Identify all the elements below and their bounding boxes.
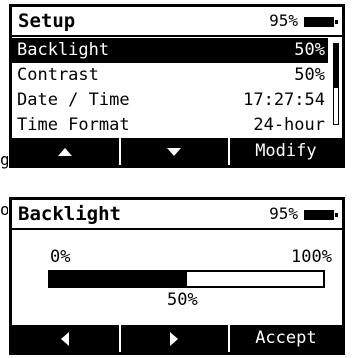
menu-item-label: Backlight [17, 40, 110, 60]
level-value: 50% [167, 290, 198, 310]
scrollbar-thumb[interactable] [334, 44, 338, 88]
increase-button[interactable] [118, 325, 228, 352]
menu-item-label: Time Format [17, 115, 130, 135]
range-min-label: 0% [50, 247, 71, 267]
battery-icon [304, 17, 338, 27]
screen-title: Setup [18, 10, 76, 32]
title-bar: Setup 95% [12, 7, 342, 37]
down-button[interactable] [118, 138, 228, 165]
decrease-button[interactable] [12, 325, 119, 352]
menu-item-contrast[interactable]: Contrast 50% [12, 63, 328, 88]
level-bar-fill [50, 272, 187, 286]
side-text-fragment: o [0, 200, 8, 219]
accept-button[interactable]: Accept [227, 325, 342, 352]
battery-icon [304, 210, 338, 220]
menu-item-date-time[interactable]: Date / Time 17:27:54 [12, 88, 328, 113]
menu-item-label: Contrast [17, 65, 99, 85]
title-bar: Backlight 95% [12, 200, 342, 230]
battery-percent: 95% [269, 11, 298, 30]
battery-percent: 95% [269, 204, 298, 223]
right-arrow-icon [170, 331, 179, 346]
menu-item-label: Date / Time [17, 90, 130, 110]
menu-item-time-format[interactable]: Time Format 24-hour [12, 113, 328, 138]
setup-screen: Setup 95% Backlight 50% Contrast 50% Dat… [9, 4, 345, 168]
menu-item-backlight[interactable]: Backlight 50% [12, 38, 328, 63]
left-arrow-icon [61, 331, 70, 346]
down-arrow-icon [167, 147, 182, 156]
menu-item-value: 50% [294, 40, 325, 60]
menu-item-value: 17:27:54 [243, 90, 325, 110]
menu-item-value: 24-hour [253, 115, 325, 135]
backlight-level-bar[interactable] [48, 270, 325, 288]
side-text-fragment: g [0, 150, 8, 169]
scrollbar[interactable] [333, 43, 339, 125]
up-button[interactable] [12, 138, 119, 165]
screen-title: Backlight [18, 203, 121, 225]
softkey-bar: Modify [12, 138, 342, 165]
backlight-screen: Backlight 95% 0% 100% 50% Accept [9, 197, 345, 355]
menu-item-value: 50% [294, 65, 325, 85]
range-max-label: 100% [291, 247, 332, 267]
modify-button[interactable]: Modify [227, 138, 342, 165]
softkey-bar: Accept [12, 325, 342, 352]
up-arrow-icon [58, 147, 73, 156]
